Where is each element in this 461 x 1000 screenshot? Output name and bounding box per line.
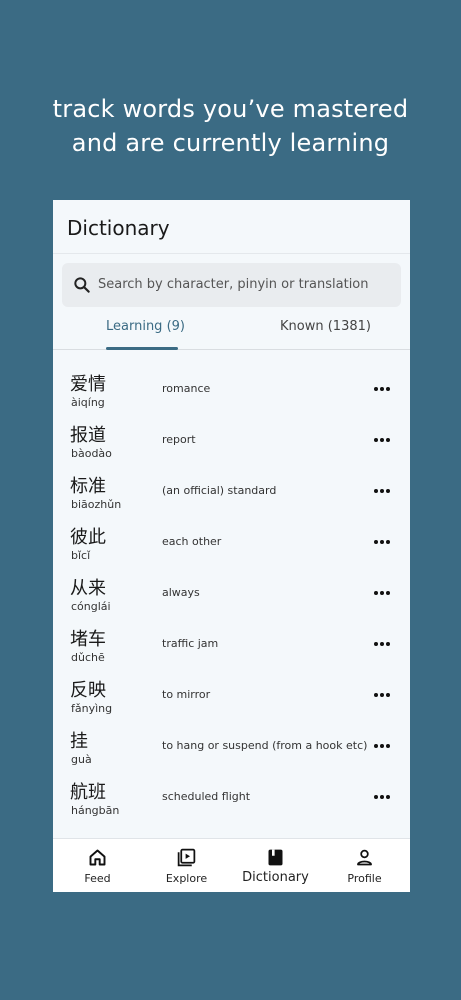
list-item[interactable]: 报道 bàodào report <box>53 415 410 466</box>
word-hanzi: 挂 <box>70 731 88 752</box>
page-title: Dictionary <box>67 216 170 240</box>
more-options-icon[interactable] <box>370 428 394 452</box>
nav-dictionary[interactable]: Dictionary <box>231 839 320 892</box>
nav-explore[interactable]: Explore <box>142 839 231 892</box>
word-hanzi: 反映 <box>70 680 106 701</box>
word-meaning: romance <box>162 382 211 395</box>
word-pinyin: àiqíng <box>71 396 105 409</box>
headline-line-1: track words you’ve mastered <box>52 95 409 123</box>
word-meaning: scheduled flight <box>162 790 251 803</box>
word-meaning: report <box>162 433 196 446</box>
person-icon <box>357 849 372 866</box>
word-list: 爱情 àiqíng romance 报道 bàodào report 标准 bi… <box>53 364 410 823</box>
list-item[interactable]: 反映 fǎnyìng to mirror <box>53 670 410 721</box>
more-options-icon[interactable] <box>370 683 394 707</box>
book-icon <box>268 849 283 866</box>
word-pinyin: hángbān <box>71 804 120 817</box>
word-meaning: (an official) standard <box>162 484 277 497</box>
word-meaning: to hang or suspend (from a hook etc) <box>162 739 368 752</box>
header-divider <box>53 253 410 254</box>
nav-explore-label: Explore <box>165 872 208 885</box>
list-item[interactable]: 爱情 àiqíng romance <box>53 364 410 415</box>
more-options-icon[interactable] <box>370 632 394 656</box>
nav-feed-label: Feed <box>84 872 111 885</box>
home-icon <box>89 849 106 866</box>
more-options-icon[interactable] <box>370 530 394 554</box>
more-options-icon[interactable] <box>370 377 394 401</box>
list-item[interactable]: 航班 hángbān scheduled flight <box>53 772 410 823</box>
app-screen: Dictionary Search by character, pinyin o… <box>53 200 410 892</box>
more-options-icon[interactable] <box>370 785 394 809</box>
list-item[interactable]: 标准 biāozhǔn (an official) standard <box>53 466 410 517</box>
headline-line-2: and are currently learning <box>71 129 390 157</box>
word-hanzi: 彼此 <box>70 527 106 548</box>
word-hanzi: 航班 <box>70 782 106 803</box>
word-pinyin: guà <box>71 753 92 766</box>
search-input[interactable]: Search by character, pinyin or translati… <box>62 263 401 307</box>
list-item[interactable]: 堵车 dǔchē traffic jam <box>53 619 410 670</box>
word-meaning: traffic jam <box>162 637 219 650</box>
word-meaning: to mirror <box>162 688 211 701</box>
word-pinyin: dǔchē <box>71 651 105 664</box>
list-item[interactable]: 从来 cónglái always <box>53 568 410 619</box>
more-options-icon[interactable] <box>370 581 394 605</box>
active-tab-indicator <box>106 347 178 350</box>
search-placeholder: Search by character, pinyin or translati… <box>98 277 369 292</box>
word-hanzi: 从来 <box>70 578 106 599</box>
nav-profile[interactable]: Profile <box>320 839 409 892</box>
nav-feed[interactable]: Feed <box>53 839 142 892</box>
video-library-icon <box>177 848 196 867</box>
word-hanzi: 标准 <box>70 476 106 497</box>
search-icon <box>74 277 90 293</box>
list-item[interactable]: 挂 guà to hang or suspend (from a hook et… <box>53 721 410 772</box>
word-pinyin: bǐcǐ <box>71 549 91 562</box>
tab-known[interactable]: Known (1381) <box>280 319 371 334</box>
more-options-icon[interactable] <box>370 734 394 758</box>
list-item[interactable]: 彼此 bǐcǐ each other <box>53 517 410 568</box>
word-pinyin: fǎnyìng <box>71 702 113 715</box>
word-meaning: each other <box>162 535 222 548</box>
more-options-icon[interactable] <box>370 479 394 503</box>
word-meaning: always <box>162 586 200 599</box>
promo-headline: track words you’ve mastered and are curr… <box>0 92 461 160</box>
word-hanzi: 报道 <box>70 425 106 446</box>
nav-dictionary-label: Dictionary <box>242 870 309 885</box>
word-hanzi: 爱情 <box>70 374 106 395</box>
nav-profile-label: Profile <box>347 872 382 885</box>
word-pinyin: bàodào <box>71 447 112 460</box>
word-hanzi: 堵车 <box>70 629 106 650</box>
word-pinyin: biāozhǔn <box>71 498 122 511</box>
bottom-navigation: Feed Explore Dictionary Profile <box>53 838 410 892</box>
tab-learning[interactable]: Learning (9) <box>106 319 185 334</box>
word-pinyin: cónglái <box>71 600 111 613</box>
